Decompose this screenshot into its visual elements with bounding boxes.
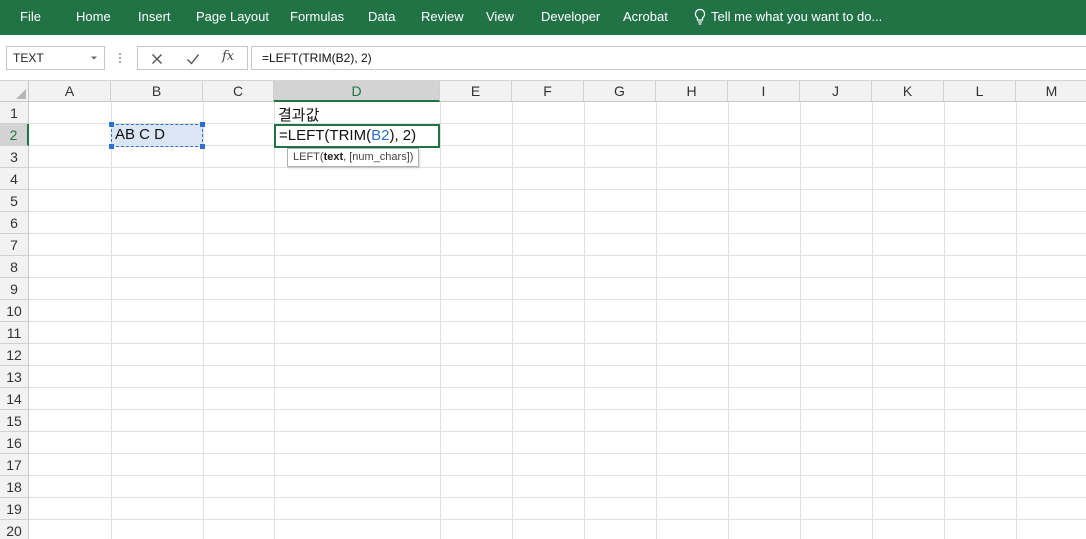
row-header-16[interactable]: 16 <box>0 432 29 454</box>
column-header-i[interactable]: I <box>728 81 800 102</box>
resize-handle-icon[interactable] <box>117 51 123 65</box>
row-header-1[interactable]: 1 <box>0 102 29 124</box>
row-header-3[interactable]: 3 <box>0 146 29 168</box>
row-header-19[interactable]: 19 <box>0 498 29 520</box>
row-header-14[interactable]: 14 <box>0 388 29 410</box>
formula-bar-row: TEXT fx =LEFT(TRIM(B2), 2) <box>0 35 1086 81</box>
column-header-h[interactable]: H <box>656 81 728 102</box>
worksheet-grid[interactable]: A B C D E F G H I J K L M 1 2 3 4 5 6 7 … <box>0 81 1086 539</box>
row-header-13[interactable]: 13 <box>0 366 29 388</box>
cell-b2: AB C D <box>115 126 166 143</box>
formula-reference: B2 <box>371 127 390 144</box>
formula-buttons: fx <box>137 46 248 70</box>
row-header-8[interactable]: 8 <box>0 256 29 278</box>
row-header-18[interactable]: 18 <box>0 476 29 498</box>
tab-data[interactable]: Data <box>368 0 395 35</box>
column-header-b[interactable]: B <box>111 81 203 102</box>
gridline <box>1016 102 1017 539</box>
row-header-7[interactable]: 7 <box>0 234 29 256</box>
column-header-k[interactable]: K <box>872 81 944 102</box>
name-box-value: TEXT <box>13 51 44 65</box>
row-header-11[interactable]: 11 <box>0 322 29 344</box>
gridline <box>111 102 112 539</box>
formula-text: =LEFT(TRIM(B2), 2) <box>262 51 372 65</box>
close-icon[interactable] <box>148 50 166 68</box>
row-header-6[interactable]: 6 <box>0 212 29 234</box>
row-header-4[interactable]: 4 <box>0 168 29 190</box>
column-header-m[interactable]: M <box>1016 81 1086 102</box>
column-header-c[interactable]: C <box>203 81 274 102</box>
tab-formulas[interactable]: Formulas <box>290 0 344 35</box>
column-header-f[interactable]: F <box>512 81 584 102</box>
gridline <box>872 102 873 539</box>
checkmark-icon[interactable] <box>184 50 202 68</box>
gridline <box>656 102 657 539</box>
ribbon-tab-bar: File Home Insert Page Layout Formulas Da… <box>0 0 1086 35</box>
gridline <box>800 102 801 539</box>
row-header-2[interactable]: 2 <box>0 124 29 146</box>
cell-d1[interactable]: 결과값 <box>278 104 319 125</box>
cell-d2-editing[interactable]: =LEFT(TRIM(B2), 2) <box>274 124 440 148</box>
tooltip-current-arg[interactable]: text <box>324 151 344 163</box>
row-header-17[interactable]: 17 <box>0 454 29 476</box>
tell-me-search[interactable]: Tell me what you want to do... <box>711 0 882 35</box>
chevron-down-icon[interactable] <box>88 52 100 64</box>
formula-input[interactable]: =LEFT(TRIM(B2), 2) <box>251 46 1086 70</box>
range-handle[interactable] <box>200 122 205 127</box>
cell-d2-formula[interactable]: =LEFT(TRIM(B2), 2) <box>279 127 416 144</box>
formula-part: ), 2) <box>389 127 417 144</box>
select-all-triangle <box>16 89 26 99</box>
range-handle[interactable] <box>109 122 114 127</box>
column-header-d[interactable]: D <box>274 81 440 102</box>
row-header-12[interactable]: 12 <box>0 344 29 366</box>
function-tooltip[interactable]: LEFT(text, [num_chars]) <box>287 148 420 167</box>
insert-function-button[interactable]: fx <box>222 49 234 64</box>
row-header-20[interactable]: 20 <box>0 520 29 539</box>
row-header-9[interactable]: 9 <box>0 278 29 300</box>
tab-view[interactable]: View <box>486 0 514 35</box>
tooltip-function: LEFT( <box>293 151 324 163</box>
column-header-l[interactable]: L <box>944 81 1016 102</box>
tab-home[interactable]: Home <box>76 0 111 35</box>
cell-area[interactable] <box>29 102 1086 539</box>
column-header-g[interactable]: G <box>584 81 656 102</box>
range-handle[interactable] <box>109 144 114 149</box>
range-handle[interactable] <box>200 144 205 149</box>
select-all-button[interactable] <box>0 81 29 102</box>
tab-file[interactable]: File <box>20 0 41 35</box>
gridline <box>944 102 945 539</box>
gridline <box>274 102 275 539</box>
row-header-5[interactable]: 5 <box>0 190 29 212</box>
column-header-a[interactable]: A <box>29 81 111 102</box>
column-header-e[interactable]: E <box>440 81 512 102</box>
row-header-10[interactable]: 10 <box>0 300 29 322</box>
lightbulb-icon <box>694 8 706 25</box>
gridline <box>440 102 441 539</box>
name-box[interactable]: TEXT <box>6 46 105 70</box>
column-header-j[interactable]: J <box>800 81 872 102</box>
tab-acrobat[interactable]: Acrobat <box>623 0 668 35</box>
tab-developer[interactable]: Developer <box>541 0 600 35</box>
tab-insert[interactable]: Insert <box>138 0 171 35</box>
tab-review[interactable]: Review <box>421 0 464 35</box>
cell-b2-referenced[interactable]: AB C D <box>109 122 205 149</box>
row-header-15[interactable]: 15 <box>0 410 29 432</box>
gridline <box>584 102 585 539</box>
formula-part: =LEFT(TRIM( <box>279 127 372 144</box>
gridline <box>728 102 729 539</box>
tooltip-rest: , [num_chars]) <box>343 151 414 163</box>
gridline <box>203 102 204 539</box>
gridline <box>512 102 513 539</box>
tab-page-layout[interactable]: Page Layout <box>196 0 269 35</box>
